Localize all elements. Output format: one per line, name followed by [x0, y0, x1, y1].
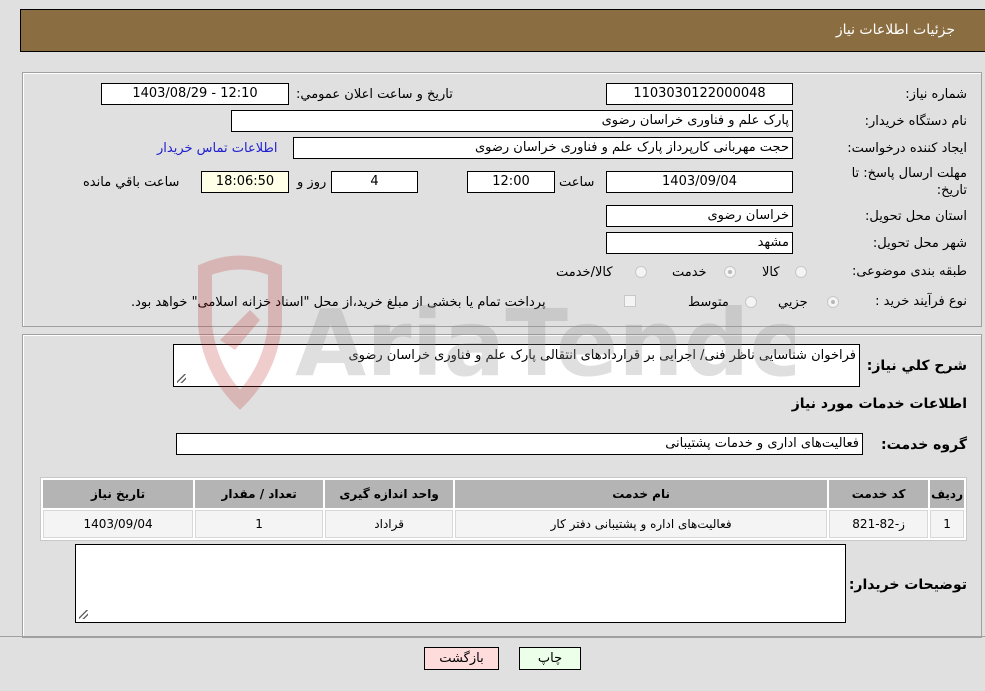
- buyer-contact-link[interactable]: اطلاعات تماس خریدار: [157, 141, 277, 156]
- deadline-date-field: 1403/09/04: [606, 171, 793, 193]
- requester-label: ایجاد کننده درخواست:: [847, 141, 967, 156]
- category-option-service: خدمت: [672, 265, 707, 280]
- category-radio-goods[interactable]: [795, 266, 807, 278]
- service-group-label: گروه خدمت:: [881, 437, 967, 453]
- col-header-service-code: کد خدمت: [829, 480, 929, 508]
- buyer-org-field: پارک علم و فناوری خراسان رضوی: [231, 110, 793, 132]
- purchase-radio-medium[interactable]: [745, 296, 757, 308]
- deadline-time-field: 12:00: [467, 171, 555, 193]
- service-group-field: فعالیت‌های اداری و خدمات پشتیبانی: [176, 433, 863, 455]
- cell-quantity: 1: [195, 510, 324, 538]
- purchase-radio-minor[interactable]: [827, 296, 839, 308]
- requester-field: حجت مهربانی کارپرداز پارک علم و فناوری خ…: [293, 137, 793, 159]
- deadline-label: مهلت ارسال پاسخ: تا تاریخ:: [851, 166, 967, 198]
- col-header-row-number: رديف: [930, 480, 964, 508]
- buyer-notes-textarea[interactable]: [75, 544, 846, 623]
- days-remaining-field: 4: [331, 171, 418, 193]
- purchase-type-label: نوع فرآیند خرید :: [875, 294, 967, 309]
- cell-need-date: 1403/09/04: [43, 510, 194, 538]
- category-option-goods: کالا: [762, 265, 780, 280]
- page-title: جزئیات اطلاعات نیاز: [835, 22, 955, 38]
- back-button[interactable]: بازگشت: [424, 647, 499, 670]
- services-section-title: اطلاعات خدمات مورد نياز: [791, 396, 967, 412]
- buyer-org-label: نام دستگاه خریدار:: [864, 114, 967, 129]
- treasury-note: پرداخت تمام یا بخشی از مبلغ خرید،از محل …: [131, 295, 546, 310]
- category-radio-service[interactable]: [724, 266, 736, 278]
- resize-grip-icon[interactable]: [79, 610, 88, 619]
- deadline-time-label: ساعت: [559, 175, 595, 190]
- time-remaining-field: 18:06:50: [201, 171, 289, 193]
- cell-service-name: فعالیت‌های اداره و پشتیبانی دفتر کار: [455, 510, 828, 538]
- services-table: رديف کد خدمت نام خدمت واحد اندازه گیری ت…: [40, 477, 967, 541]
- province-label: استان محل تحویل:: [865, 209, 967, 224]
- city-field: مشهد: [606, 232, 793, 254]
- need-number-field: 1103030122000048: [606, 83, 793, 105]
- description-label: شرح کلي نياز:: [866, 358, 967, 374]
- col-header-service-name: نام خدمت: [455, 480, 828, 508]
- cell-row-number: 1: [930, 510, 964, 538]
- description-text: فراخوان شناسایی ناظر فنی/ اجرایی بر قرار…: [348, 348, 856, 363]
- treasury-checkbox[interactable]: [624, 295, 636, 307]
- announce-datetime-field: 1403/08/29 - 12:10: [101, 83, 289, 105]
- page-header: جزئیات اطلاعات نیاز: [20, 9, 985, 52]
- table-row: 1 ز-82-821 فعالیت‌های اداره و پشتیبانی د…: [43, 510, 964, 538]
- category-radio-goods-service[interactable]: [635, 266, 647, 278]
- print-button[interactable]: چاپ: [519, 647, 581, 670]
- footer-divider: [0, 636, 985, 637]
- col-header-quantity: تعداد / مقدار: [195, 480, 324, 508]
- buyer-notes-label: توضیحات خریدار:: [848, 577, 967, 593]
- category-option-goods-service: کالا/خدمت: [556, 265, 613, 280]
- announce-datetime-label: تاریخ و ساعت اعلان عمومي:: [296, 87, 453, 102]
- time-remaining-label: ساعت باقي مانده: [83, 175, 180, 190]
- province-field: خراسان رضوی: [606, 205, 793, 227]
- purchase-option-minor: جزيي: [778, 295, 808, 310]
- city-label: شهر محل تحویل:: [872, 236, 967, 251]
- table-header-row: رديف کد خدمت نام خدمت واحد اندازه گیری ت…: [43, 480, 964, 508]
- need-number-label: شماره نیاز:: [905, 87, 967, 102]
- cell-unit: قراداد: [325, 510, 454, 538]
- resize-grip-icon[interactable]: [177, 374, 186, 383]
- purchase-option-medium: متوسط: [688, 295, 729, 310]
- category-label: طبقه بندی موضوعی:: [851, 264, 967, 279]
- description-textarea[interactable]: فراخوان شناسایی ناظر فنی/ اجرایی بر قرار…: [173, 344, 860, 387]
- col-header-need-date: تاریخ نیاز: [43, 480, 194, 508]
- cell-service-code: ز-82-821: [829, 510, 929, 538]
- days-label: روز و: [297, 175, 327, 190]
- col-header-unit: واحد اندازه گیری: [325, 480, 454, 508]
